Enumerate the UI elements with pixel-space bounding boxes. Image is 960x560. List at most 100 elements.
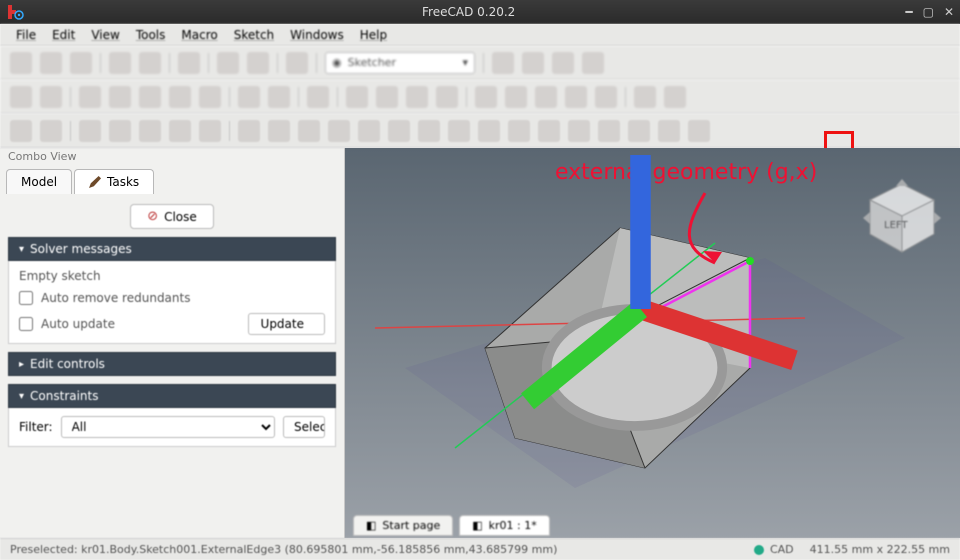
tab-tasks[interactable]: Tasks [74, 169, 154, 194]
polygon-geom-icon[interactable] [448, 120, 470, 142]
window-minimize-icon[interactable]: ━ [905, 5, 912, 19]
window-close-icon[interactable]: ✕ [944, 5, 954, 19]
status-dimensions: 411.55 mm x 222.55 mm [810, 543, 950, 556]
slot-geom-icon[interactable] [478, 120, 500, 142]
merge-icon[interactable] [664, 86, 686, 108]
toolbar-file: ◉ Sketcher ▾ [0, 46, 960, 80]
sketch-enter-icon[interactable] [346, 86, 368, 108]
menu-windows[interactable]: Windows [284, 26, 350, 44]
fit-sel-icon[interactable] [40, 86, 62, 108]
menu-macro[interactable]: Macro [175, 26, 223, 44]
split-icon[interactable] [598, 120, 620, 142]
macro-rec-icon[interactable] [217, 52, 239, 74]
drawmode-icon[interactable] [268, 86, 290, 108]
workbench-selector[interactable]: ◉ Sketcher ▾ [325, 52, 475, 74]
sketch-view-icon[interactable] [406, 86, 428, 108]
construction-icon[interactable] [688, 120, 710, 142]
constraints-icon-1[interactable] [475, 86, 497, 108]
edit-controls-header[interactable]: Edit controls [8, 352, 336, 376]
solver-messages-header[interactable]: Solver messages [8, 237, 336, 261]
tangent-constr-icon[interactable] [199, 120, 221, 142]
filter-select[interactable]: All [61, 416, 275, 438]
tab-kr01[interactable]: ◧ kr01 : 1* [459, 515, 550, 536]
status-bar: Preselected: kr01.Body.Sketch001.Externa… [0, 538, 960, 560]
line-geom-icon[interactable] [238, 120, 260, 142]
horiz-constr-icon[interactable] [79, 120, 101, 142]
rect-geom-icon[interactable] [418, 120, 440, 142]
window-maximize-icon[interactable]: ▢ [923, 5, 934, 19]
extend-icon[interactable] [568, 120, 590, 142]
front-icon[interactable] [109, 86, 131, 108]
macros-icon[interactable] [552, 52, 574, 74]
open-icon[interactable] [40, 52, 62, 74]
doc-icon: ◧ [472, 519, 482, 532]
refresh-icon[interactable] [178, 52, 200, 74]
freecad-small-icon: ◧ [366, 519, 376, 532]
bspline-geom-icon[interactable] [358, 120, 380, 142]
save-icon[interactable] [70, 52, 92, 74]
sketch-leave-icon[interactable] [376, 86, 398, 108]
status-nav-style[interactable]: CAD [770, 543, 794, 556]
select-button[interactable]: Select [283, 416, 325, 438]
mirror-icon[interactable] [634, 86, 656, 108]
whatsthis-icon[interactable] [286, 52, 308, 74]
constraints-icon-5[interactable] [595, 86, 617, 108]
zoom-icon[interactable] [238, 86, 260, 108]
menu-edit[interactable]: Edit [46, 26, 81, 44]
app-icon [6, 3, 24, 21]
pencil-icon [89, 176, 101, 188]
tab-start-page[interactable]: ◧ Start page [353, 515, 453, 536]
perp-constr-icon[interactable] [169, 120, 191, 142]
3d-viewport[interactable]: external geometry (g,x) LEFT [345, 148, 960, 538]
vert-constr-icon[interactable] [109, 120, 131, 142]
combo-view-panel: Combo View Model Tasks Close Solver mess… [0, 148, 345, 538]
measure-icon[interactable] [307, 86, 329, 108]
toolbar-sketch [0, 114, 960, 148]
menu-help[interactable]: Help [354, 26, 393, 44]
close-button[interactable]: Close [130, 204, 214, 229]
play-icon[interactable] [582, 52, 604, 74]
undo-icon[interactable] [109, 52, 131, 74]
parallel-constr-icon[interactable] [139, 120, 161, 142]
menu-file[interactable]: File [10, 26, 42, 44]
sketch-map-icon[interactable] [436, 86, 458, 108]
constraints-icon-4[interactable] [565, 86, 587, 108]
auto-remove-redundants-checkbox[interactable]: Auto remove redundants [19, 291, 325, 305]
record-icon[interactable] [492, 52, 514, 74]
point-tool-icon[interactable] [10, 120, 32, 142]
polyline-geom-icon[interactable] [388, 120, 410, 142]
redo-icon[interactable] [139, 52, 161, 74]
constraints-icon-3[interactable] [535, 86, 557, 108]
document-tabs: ◧ Start page ◧ kr01 : 1* [345, 512, 960, 538]
window-titlebar: FreeCAD 0.20.2 ━ ▢ ✕ [0, 0, 960, 24]
stop-icon[interactable] [522, 52, 544, 74]
fillet-geom-icon[interactable] [508, 120, 530, 142]
left-arrow-icon[interactable] [139, 86, 161, 108]
menu-bar: File Edit View Tools Macro Sketch Window… [0, 24, 960, 46]
auto-update-checkbox[interactable]: Auto update [19, 317, 115, 331]
constraints-icon-2[interactable] [505, 86, 527, 108]
axis-triad-icon [345, 148, 948, 504]
arc-geom-icon[interactable] [268, 120, 290, 142]
chevron-down-icon: ▾ [462, 56, 468, 69]
trim-icon[interactable] [538, 120, 560, 142]
macro-play-icon[interactable] [247, 52, 269, 74]
iso-icon[interactable] [79, 86, 101, 108]
carbon-copy-icon[interactable] [658, 120, 680, 142]
menu-tools[interactable]: Tools [130, 26, 172, 44]
update-button[interactable]: Update [248, 313, 325, 335]
cube-icon[interactable] [199, 86, 221, 108]
menu-view[interactable]: View [85, 26, 125, 44]
window-title: FreeCAD 0.20.2 [32, 5, 905, 19]
right-arrow-icon[interactable] [169, 86, 191, 108]
ellipse-geom-icon[interactable] [328, 120, 350, 142]
filter-label: Filter: [19, 420, 53, 434]
tab-model[interactable]: Model [6, 169, 72, 194]
menu-sketch[interactable]: Sketch [228, 26, 280, 44]
external-geometry-icon[interactable] [628, 120, 650, 142]
constraints-header[interactable]: Constraints [8, 384, 336, 408]
new-icon[interactable] [10, 52, 32, 74]
circle-geom-icon[interactable] [298, 120, 320, 142]
line-tool-icon[interactable] [40, 120, 62, 142]
fit-all-icon[interactable] [10, 86, 32, 108]
